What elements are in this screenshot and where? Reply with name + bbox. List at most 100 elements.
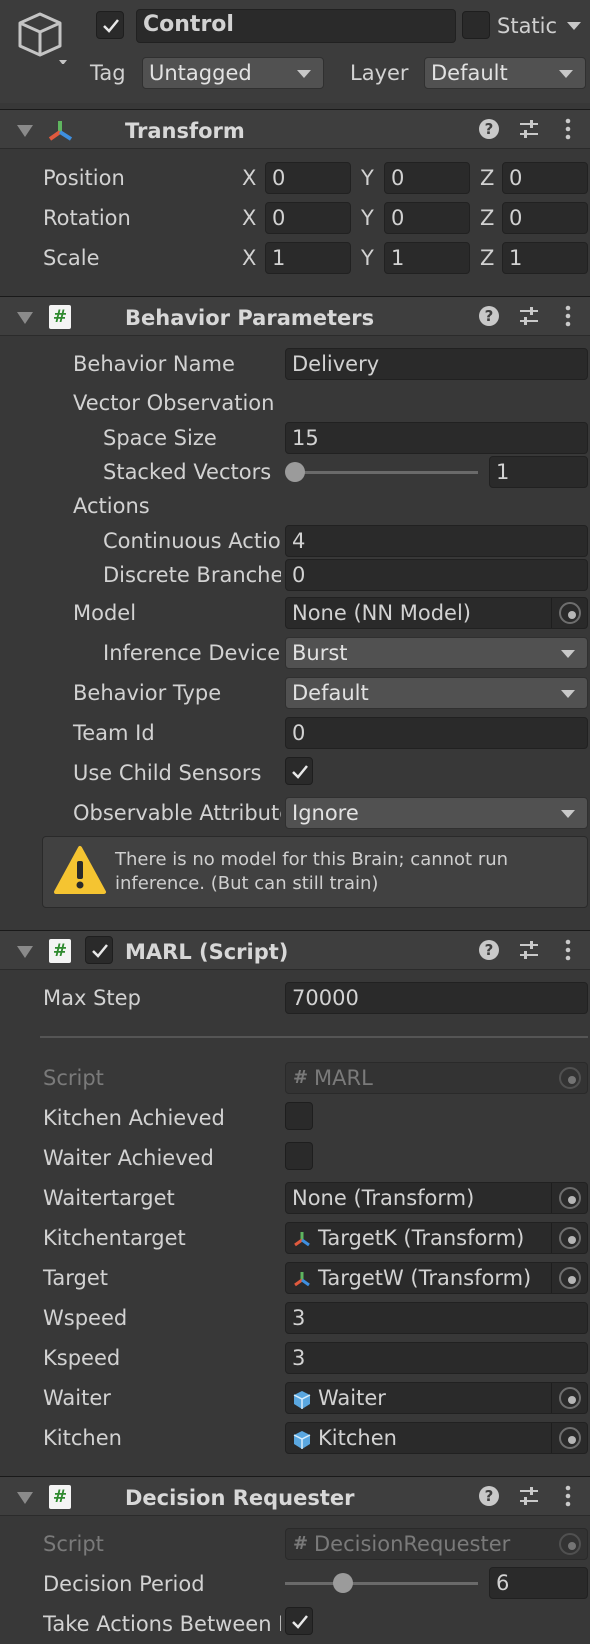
scale-y-field[interactable]: 1 (384, 242, 470, 274)
kitchentarget-field[interactable]: TargetK (Transform) (285, 1222, 588, 1254)
rotation-y-label[interactable]: Y (361, 208, 374, 229)
max-step-label: Max Step (43, 986, 141, 1010)
foldout-arrow-icon[interactable] (17, 946, 33, 958)
help-icon[interactable]: ? (478, 305, 500, 332)
help-icon[interactable]: ? (478, 939, 500, 966)
presets-icon[interactable] (518, 118, 540, 145)
use-child-sensors-label: Use Child Sensors (73, 761, 262, 785)
object-name-field[interactable]: Control (136, 9, 456, 43)
active-checkbox[interactable] (96, 11, 124, 39)
behavior-name-field[interactable]: Delivery (285, 348, 588, 380)
presets-icon[interactable] (518, 939, 540, 966)
decision-period-slider-knob[interactable] (333, 1573, 354, 1593)
position-x-label[interactable]: X (242, 168, 256, 189)
chevron-down-icon (561, 690, 575, 698)
rotation-x-label[interactable]: X (242, 208, 256, 229)
chevron-down-icon (559, 70, 573, 78)
position-y-field[interactable]: 0 (384, 162, 470, 194)
kebab-menu-icon[interactable] (564, 939, 572, 966)
rotation-label: Rotation (43, 206, 131, 230)
continuous-actions-field[interactable]: 4 (285, 525, 588, 557)
layer-dropdown[interactable]: Default (424, 57, 586, 89)
max-step-field[interactable]: 70000 (285, 982, 588, 1014)
foldout-arrow-icon[interactable] (17, 312, 33, 324)
scale-z-field[interactable]: 1 (502, 242, 588, 274)
scale-x-label[interactable]: X (242, 248, 256, 269)
kitchen-achieved-label: Kitchen Achieved (43, 1106, 225, 1130)
scale-z-label[interactable]: Z (480, 248, 494, 269)
object-picker-divider (551, 1183, 552, 1213)
waiter-field[interactable]: Waiter (285, 1382, 588, 1414)
inference-device-dropdown[interactable]: Burst (285, 637, 588, 669)
position-z-label[interactable]: Z (480, 168, 494, 189)
static-label[interactable]: Static (497, 16, 557, 37)
object-picker-icon[interactable] (559, 1187, 581, 1209)
kitchen-field[interactable]: Kitchen (285, 1422, 588, 1454)
static-checkbox[interactable] (462, 11, 490, 39)
rotation-z-label[interactable]: Z (480, 208, 494, 229)
object-picker-icon[interactable] (559, 602, 581, 624)
rotation-y-field[interactable]: 0 (384, 202, 470, 234)
scale-x-field[interactable]: 1 (265, 242, 351, 274)
stacked-vectors-slider-track[interactable] (293, 471, 478, 474)
use-child-sensors-checkbox[interactable] (285, 757, 313, 785)
behavior-type-dropdown[interactable]: Default (285, 677, 588, 709)
waitertarget-field[interactable]: None (Transform) (285, 1182, 588, 1214)
kitchen-label: Kitchen (43, 1426, 122, 1450)
presets-icon[interactable] (518, 1485, 540, 1512)
waitertarget-label: Waitertarget (43, 1186, 175, 1210)
actions-label[interactable]: Actions (73, 496, 150, 517)
decision-period-label: Decision Period (43, 1572, 205, 1596)
observable-attributes-dropdown[interactable]: Ignore (285, 797, 588, 829)
object-picker-icon[interactable] (559, 1267, 581, 1289)
rotation-x-field[interactable]: 0 (265, 202, 351, 234)
discrete-branches-label: Discrete Branches (103, 565, 281, 586)
object-picker-icon[interactable] (559, 1427, 581, 1449)
help-icon[interactable]: ? (478, 118, 500, 145)
behavior-parameters-header[interactable]: # Behavior Parameters ? (0, 296, 590, 336)
decision-period-field[interactable]: 6 (489, 1567, 588, 1599)
rotation-z-field[interactable]: 0 (502, 202, 588, 234)
scale-y-label[interactable]: Y (361, 248, 374, 269)
tag-value: Untagged (149, 61, 252, 85)
position-z-field[interactable]: 0 (502, 162, 588, 194)
vector-observation-label[interactable]: Vector Observation (73, 393, 274, 414)
kebab-menu-icon[interactable] (564, 305, 572, 332)
team-id-field[interactable]: 0 (285, 717, 588, 749)
behavior-type-value: Default (292, 681, 369, 705)
marl-script-header[interactable]: # MARL (Script) ? (0, 930, 590, 970)
position-x-field[interactable]: 0 (265, 162, 351, 194)
presets-icon[interactable] (518, 305, 540, 332)
stacked-vectors-field[interactable]: 1 (489, 456, 588, 488)
tag-dropdown[interactable]: Untagged (142, 57, 324, 89)
discrete-branches-field[interactable]: 0 (285, 559, 588, 591)
marl-script-label: Script (43, 1066, 104, 1090)
object-picker-icon[interactable] (559, 1387, 581, 1409)
stacked-vectors-slider-knob[interactable] (285, 462, 305, 482)
take-actions-between-decisions-checkbox[interactable] (285, 1607, 313, 1635)
kspeed-field[interactable]: 3 (285, 1342, 588, 1374)
kitchentarget-value: TargetK (Transform) (318, 1226, 525, 1250)
model-field[interactable]: None (NN Model) (285, 597, 588, 629)
wspeed-field[interactable]: 3 (285, 1302, 588, 1334)
target-field[interactable]: TargetW (Transform) (285, 1262, 588, 1294)
static-dropdown-arrow-icon[interactable] (567, 22, 581, 30)
foldout-arrow-icon[interactable] (17, 1492, 33, 1504)
foldout-arrow-icon[interactable] (17, 125, 33, 137)
prefab-cube-icon (292, 1428, 312, 1453)
kebab-menu-icon[interactable] (564, 1485, 572, 1512)
kebab-menu-icon[interactable] (564, 118, 572, 145)
marl-enabled-checkbox[interactable] (85, 936, 113, 964)
decision-period-slider-track[interactable] (285, 1582, 478, 1585)
space-size-field[interactable]: 15 (285, 422, 588, 454)
script-hash-icon: # (49, 1485, 71, 1509)
decision-requester-header[interactable]: # Decision Requester ? (0, 1476, 590, 1516)
transform-header[interactable]: Transform ? (0, 109, 590, 149)
position-y-label[interactable]: Y (361, 168, 374, 189)
object-picker-icon[interactable] (559, 1227, 581, 1249)
help-icon[interactable]: ? (478, 1485, 500, 1512)
object-picker-divider (551, 1383, 552, 1413)
kitchen-achieved-checkbox[interactable] (285, 1102, 313, 1130)
scale-label: Scale (43, 246, 100, 270)
waiter-achieved-checkbox[interactable] (285, 1142, 313, 1170)
